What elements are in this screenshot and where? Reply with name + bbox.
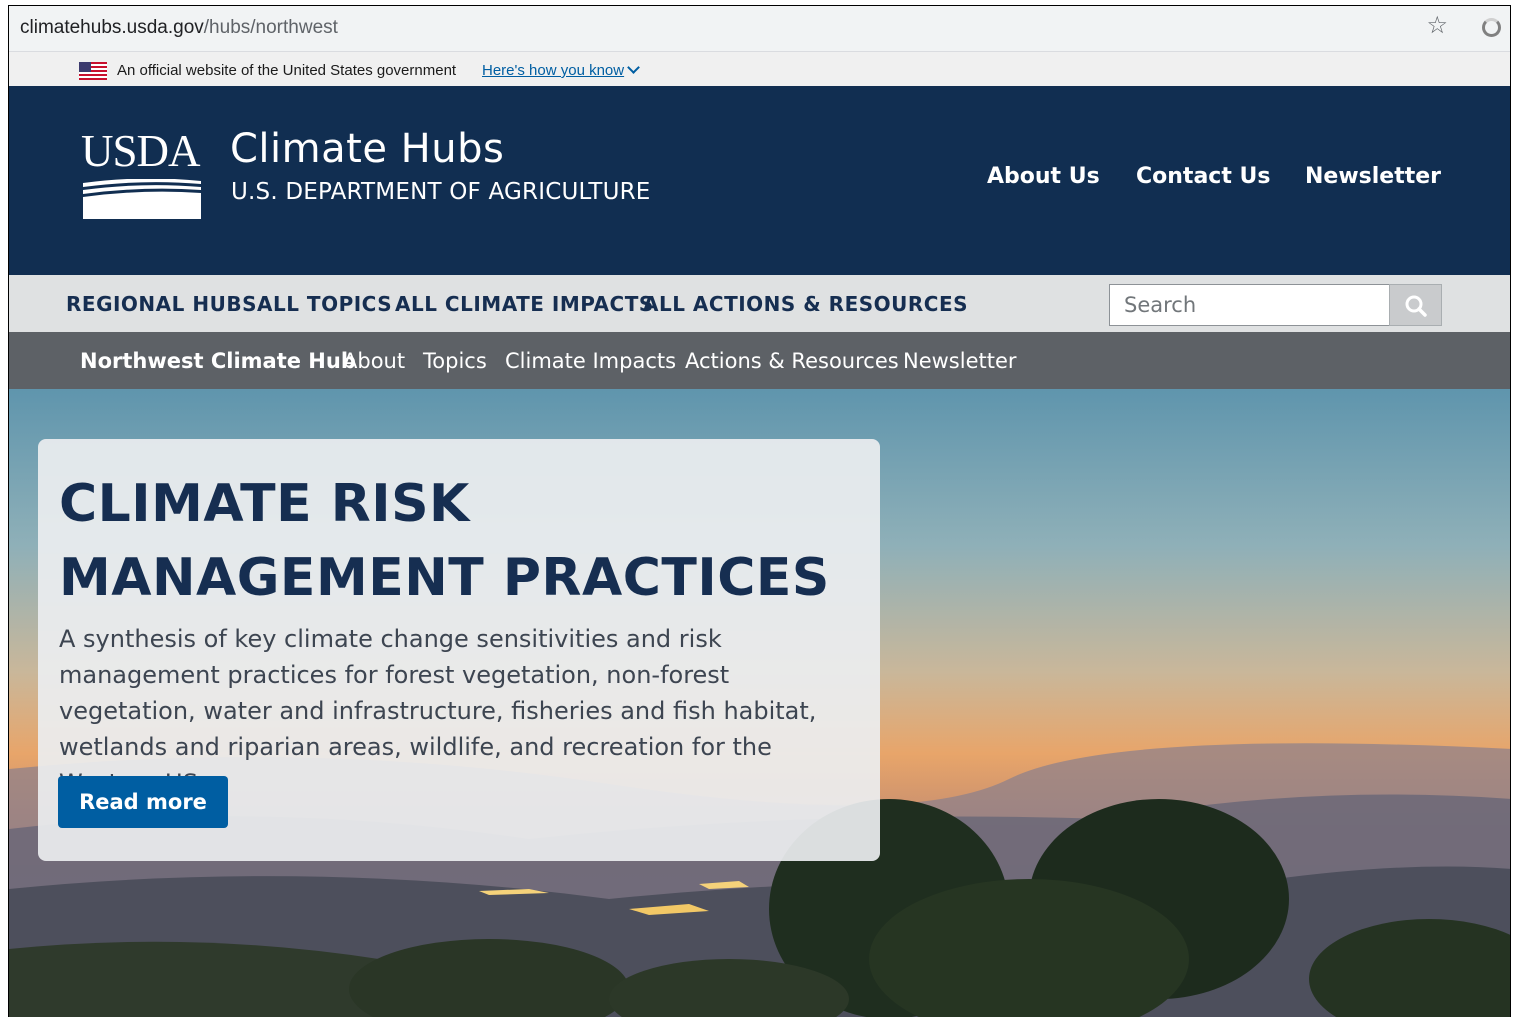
browser-window: climatehubs.usda.gov/hubs/northwest ☆ An…: [8, 5, 1511, 1017]
nav-all-actions-resources[interactable]: ALL ACTIONS & RESOURCES: [643, 292, 968, 316]
bookmark-star-icon[interactable]: ☆: [1426, 14, 1448, 38]
hero-title: CLIMATE RISK MANAGEMENT PRACTICES: [59, 474, 830, 608]
hub-sub-nav: Northwest Climate Hub About Topics Clima…: [9, 332, 1510, 389]
site-header: USDA Climate Hubs U.S. DEPARTMENT OF AGR…: [9, 86, 1510, 275]
gov-link-label: Here's how you know: [482, 62, 625, 79]
read-more-button[interactable]: Read more: [58, 776, 228, 828]
hero-description: A synthesis of key climate change sensit…: [59, 625, 817, 797]
about-us-link[interactable]: About Us: [987, 164, 1100, 189]
usda-logo[interactable]: USDA: [81, 129, 201, 219]
subnav-northwest-climate-hub[interactable]: Northwest Climate Hub: [80, 349, 356, 373]
site-subtitle: U.S. DEPARTMENT OF AGRICULTURE: [231, 179, 651, 205]
us-flag-icon: [79, 62, 107, 80]
heres-how-you-know-link[interactable]: Here's how you know: [482, 61, 640, 79]
address-bar[interactable]: climatehubs.usda.gov/hubs/northwest ☆: [9, 6, 1510, 52]
hero-banner: CLIMATE RISK MANAGEMENT PRACTICES A synt…: [9, 389, 1510, 1017]
nav-regional-hubs[interactable]: REGIONAL HUBS: [66, 292, 257, 316]
subnav-about[interactable]: About: [343, 349, 405, 373]
chevron-down-icon: [627, 61, 640, 74]
gov-banner-text: An official website of the United States…: [117, 62, 457, 79]
subnav-climate-impacts[interactable]: Climate Impacts: [505, 349, 676, 373]
url-text[interactable]: climatehubs.usda.gov/hubs/northwest: [20, 17, 338, 39]
usda-field-icon: [83, 179, 201, 219]
search-input[interactable]: [1109, 284, 1390, 326]
subnav-actions-resources[interactable]: Actions & Resources: [685, 349, 899, 373]
nav-all-topics[interactable]: ALL TOPICS: [257, 292, 392, 316]
subnav-newsletter[interactable]: Newsletter: [903, 349, 1017, 373]
main-nav: REGIONAL HUBS ALL TOPICS ALL CLIMATE IMP…: [9, 275, 1510, 332]
hero-card: CLIMATE RISK MANAGEMENT PRACTICES A synt…: [38, 439, 880, 861]
search-icon: [1405, 295, 1427, 317]
url-path: /hubs/northwest: [203, 17, 338, 38]
loading-icon: [1482, 18, 1501, 37]
site-title[interactable]: Climate Hubs: [230, 126, 504, 172]
usda-logo-text: USDA: [81, 126, 201, 176]
subnav-topics[interactable]: Topics: [423, 349, 487, 373]
official-gov-banner: An official website of the United States…: [9, 52, 1510, 86]
nav-all-climate-impacts[interactable]: ALL CLIMATE IMPACTS: [395, 292, 654, 316]
contact-us-link[interactable]: Contact Us: [1136, 164, 1270, 189]
url-domain: climatehubs.usda.gov: [20, 17, 204, 38]
search-button[interactable]: [1389, 284, 1442, 326]
newsletter-link[interactable]: Newsletter: [1305, 164, 1441, 189]
